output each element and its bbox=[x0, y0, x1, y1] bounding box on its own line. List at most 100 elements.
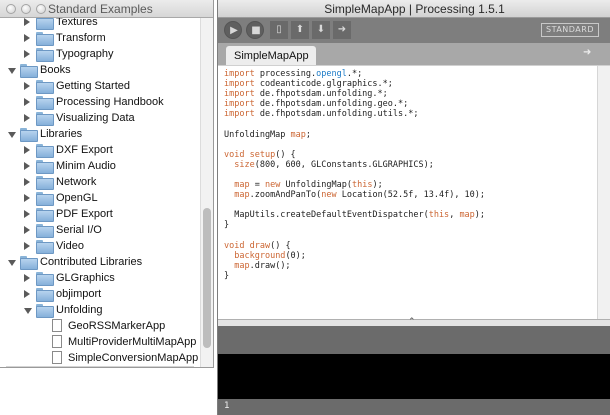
zoom-window-icon[interactable] bbox=[36, 4, 46, 14]
code-line[interactable]: size(800, 600, GLConstants.GLGRAPHICS); bbox=[224, 160, 485, 170]
code-line[interactable] bbox=[224, 231, 485, 241]
disclosure-closed-icon[interactable] bbox=[24, 162, 30, 170]
code-editor[interactable]: import processing.opengl.*; import codean… bbox=[218, 65, 610, 319]
code-line[interactable]: import de.fhpotsdam.unfolding.geo.*; bbox=[224, 99, 485, 109]
disclosure-open-icon[interactable] bbox=[8, 68, 16, 74]
disclosure-open-icon[interactable] bbox=[8, 132, 16, 138]
code-line[interactable]: } bbox=[224, 220, 485, 230]
tree-folder-item[interactable]: Transform bbox=[0, 30, 200, 46]
disclosure-closed-icon[interactable] bbox=[24, 226, 30, 234]
stop-button[interactable]: ■ bbox=[246, 21, 264, 39]
code-line[interactable]: import processing.opengl.*; bbox=[224, 69, 485, 79]
tree-folder-item[interactable]: OpenGL bbox=[0, 190, 200, 206]
disclosure-open-icon[interactable] bbox=[8, 260, 16, 266]
tree-item-label: Getting Started bbox=[56, 80, 130, 92]
processing-editor-window: SimpleMapApp | Processing 1.5.1 ▶ ■ ▯ ⬆ … bbox=[217, 0, 610, 415]
tree-folder-item[interactable]: Typography bbox=[0, 46, 200, 62]
code-line[interactable] bbox=[224, 119, 485, 129]
code-line[interactable] bbox=[224, 140, 485, 150]
code-line[interactable]: import de.fhpotsdam.unfolding.utils.*; bbox=[224, 109, 485, 119]
mode-button[interactable]: STANDARD bbox=[540, 23, 599, 37]
disclosure-closed-icon[interactable] bbox=[24, 242, 30, 250]
code-line[interactable]: map.draw(); bbox=[224, 261, 485, 271]
tree-folder-item[interactable]: Network bbox=[0, 174, 200, 190]
open-button[interactable]: ⬆ bbox=[291, 21, 309, 39]
tree-folder-item[interactable]: Minim Audio bbox=[0, 158, 200, 174]
tree-file-item[interactable]: MultiProviderMultiMapApp bbox=[0, 334, 200, 350]
disclosure-open-icon[interactable] bbox=[24, 308, 32, 314]
disclosure-closed-icon[interactable] bbox=[24, 98, 30, 106]
tree-folder-item[interactable]: objimport bbox=[0, 286, 200, 302]
code-token: map bbox=[234, 190, 250, 201]
disclosure-closed-icon[interactable] bbox=[24, 18, 30, 26]
run-button[interactable]: ▶ bbox=[224, 21, 242, 39]
tree-folder-item[interactable]: Serial I/O bbox=[0, 222, 200, 238]
tree-item-label: Video bbox=[56, 240, 84, 252]
new-file-icon: ▯ bbox=[276, 24, 282, 35]
code-line[interactable]: MapUtils.createDefaultEventDispatcher(th… bbox=[224, 210, 485, 220]
disclosure-closed-icon[interactable] bbox=[24, 114, 30, 122]
code-token: import bbox=[224, 79, 255, 90]
code-line[interactable] bbox=[224, 170, 485, 180]
disclosure-closed-icon[interactable] bbox=[24, 274, 30, 282]
tree-folder-item[interactable]: Getting Started bbox=[0, 78, 200, 94]
code-line[interactable]: import codeanticode.glgraphics.*; bbox=[224, 79, 485, 89]
tree-folder-item[interactable]: PDF Export bbox=[0, 206, 200, 222]
editor-titlebar[interactable]: SimpleMapApp | Processing 1.5.1 bbox=[218, 0, 610, 18]
disclosure-closed-icon[interactable] bbox=[24, 290, 30, 298]
new-button[interactable]: ▯ bbox=[270, 21, 288, 39]
code-line[interactable] bbox=[224, 200, 485, 210]
open-arrow-up-icon: ⬆ bbox=[295, 24, 305, 35]
export-button[interactable]: ➜ bbox=[333, 21, 351, 39]
code-token: .zoomAndPanTo( bbox=[249, 190, 322, 201]
code-token: () { bbox=[275, 149, 296, 160]
tree-file-item[interactable]: SimpleConversionMapApp bbox=[0, 350, 200, 366]
disclosure-closed-icon[interactable] bbox=[24, 146, 30, 154]
code-token: opengl bbox=[316, 69, 347, 79]
close-window-icon[interactable] bbox=[6, 4, 16, 14]
disclosure-closed-icon[interactable] bbox=[24, 50, 30, 58]
code-token: } bbox=[224, 270, 230, 281]
tab-simplemapapp[interactable]: SimpleMapApp bbox=[226, 46, 316, 65]
tree-folder-item[interactable]: Libraries bbox=[0, 126, 200, 142]
examples-scrollbar[interactable] bbox=[200, 18, 213, 367]
tab-menu-arrow-icon[interactable]: ➜ bbox=[583, 47, 597, 59]
tree-file-item[interactable]: GeoRSSMarkerApp bbox=[0, 318, 200, 334]
code-line[interactable]: void draw() { bbox=[224, 241, 485, 251]
code-text[interactable]: import processing.opengl.*; import codean… bbox=[224, 69, 485, 281]
tree-folder-item[interactable]: Contributed Libraries bbox=[0, 254, 200, 270]
disclosure-closed-icon[interactable] bbox=[24, 34, 30, 42]
disclosure-closed-icon[interactable] bbox=[24, 210, 30, 218]
examples-titlebar[interactable]: Standard Examples bbox=[0, 0, 213, 18]
code-line[interactable]: background(0); bbox=[224, 251, 485, 261]
disclosure-closed-icon[interactable] bbox=[24, 82, 30, 90]
editor-console-divider[interactable]: ⌃ bbox=[218, 317, 610, 327]
disclosure-closed-icon[interactable] bbox=[24, 178, 30, 186]
save-button[interactable]: ⬇ bbox=[312, 21, 330, 39]
tree-file-item[interactable]: SimpleMapApp bbox=[6, 366, 194, 367]
tree-folder-item[interactable]: Unfolding bbox=[0, 302, 200, 318]
tree-folder-item[interactable]: Processing Handbook bbox=[0, 94, 200, 110]
code-line[interactable]: map.zoomAndPanTo(new Location(52.5f, 13.… bbox=[224, 190, 485, 200]
code-line[interactable]: } bbox=[224, 271, 485, 281]
code-token: void bbox=[224, 240, 245, 251]
tree-folder-item[interactable]: Visualizing Data bbox=[0, 110, 200, 126]
disclosure-closed-icon[interactable] bbox=[24, 194, 30, 202]
tree-folder-item[interactable]: Books bbox=[0, 62, 200, 78]
save-arrow-down-icon: ⬇ bbox=[316, 24, 326, 35]
code-line[interactable]: void setup() { bbox=[224, 150, 485, 160]
examples-scrollbar-thumb[interactable] bbox=[203, 208, 211, 348]
tree-folder-item[interactable]: GLGraphics bbox=[0, 270, 200, 286]
code-line[interactable]: UnfoldingMap map; bbox=[224, 130, 485, 140]
editor-toolbar: ▶ ■ ▯ ⬆ ⬇ ➜ STANDARD bbox=[218, 18, 610, 43]
tree-folder-item[interactable]: DXF Export bbox=[0, 142, 200, 158]
code-scrollbar[interactable] bbox=[597, 66, 610, 319]
code-token: import bbox=[224, 109, 255, 120]
minimize-window-icon[interactable] bbox=[21, 4, 31, 14]
code-line[interactable]: map = new UnfoldingMap(this); bbox=[224, 180, 485, 190]
code-token: .draw(); bbox=[249, 260, 291, 271]
code-line[interactable]: import de.fhpotsdam.unfolding.*; bbox=[224, 89, 485, 99]
tree-folder-item[interactable]: Video bbox=[0, 238, 200, 254]
